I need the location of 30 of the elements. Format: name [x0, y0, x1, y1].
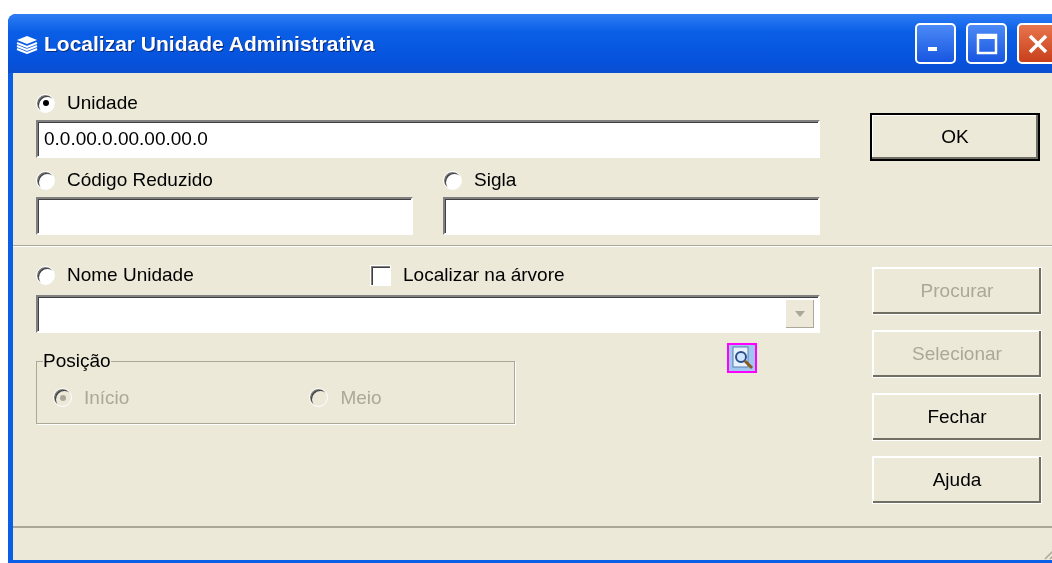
codigo-field[interactable] — [36, 197, 413, 235]
maximize-button[interactable] — [966, 23, 1007, 64]
minimize-icon — [928, 46, 937, 51]
minimize-button[interactable] — [915, 23, 956, 64]
group-title: Posição — [43, 350, 111, 372]
radio-label: Início — [84, 386, 130, 409]
maximize-icon — [975, 32, 998, 55]
window-title: Localizar Unidade Administrativa — [44, 31, 376, 56]
close-button[interactable] — [1017, 23, 1052, 64]
checkbox[interactable] — [370, 264, 391, 286]
radio-label: Unidade — [67, 92, 138, 114]
search-document-icon[interactable] — [727, 343, 757, 373]
radio-button[interactable] — [443, 170, 462, 190]
ok-button[interactable]: OK — [870, 113, 1040, 161]
radio-button[interactable] — [36, 170, 55, 190]
checkbox-label: Localizar na árvore — [403, 264, 565, 286]
radio-button[interactable] — [36, 265, 55, 285]
nome-unidade-combobox[interactable] — [36, 295, 820, 333]
radio-label: Meio — [340, 386, 382, 409]
radio-label: Nome Unidade — [67, 264, 194, 286]
radio-button[interactable] — [36, 93, 55, 113]
close-icon — [1026, 32, 1049, 55]
layers-icon — [16, 33, 38, 54]
caret-icon — [794, 310, 806, 318]
radio-label: Código Reduzido — [67, 169, 213, 191]
dialog-button[interactable]: Ajuda — [872, 456, 1042, 504]
radio-label: Sigla — [474, 169, 517, 191]
dialog-button[interactable]: Fechar — [872, 393, 1042, 441]
unidade-field[interactable]: 0.0.00.0.00.00.00.0 — [36, 120, 820, 158]
sigla-field[interactable] — [443, 197, 820, 235]
